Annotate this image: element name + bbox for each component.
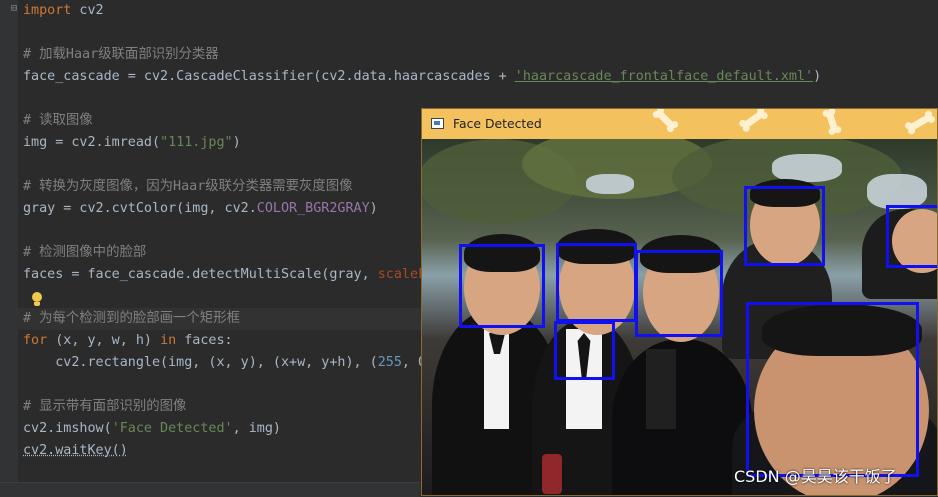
code-keyword: for: [23, 333, 48, 348]
face-detection-box: [459, 244, 545, 328]
code-line[interactable]: # 读取图像: [23, 110, 93, 132]
code-line[interactable]: # 加载Haar级联面部识别分类器: [23, 44, 219, 66]
code-comment: # 显示带有面部识别的图像: [23, 399, 187, 414]
code-comment: # 读取图像: [23, 113, 93, 128]
code-string: 'haarcascade_frontalface_default.xml': [514, 69, 814, 84]
code-token: cv2.waitKey(): [23, 443, 128, 458]
code-constant: COLOR_BGR2GRAY: [256, 201, 370, 216]
code-line[interactable]: gray = cv2.cvtColor(img, cv2.COLOR_BGR2G…: [23, 198, 378, 220]
code-comment: # 转换为灰度图像，因为Haar级联分类器需要灰度图像: [23, 179, 353, 194]
code-line[interactable]: # 显示带有面部识别的图像: [23, 396, 186, 418]
code-token: faces:: [176, 333, 233, 348]
code-string: "111.jpg": [160, 135, 233, 150]
bone-decoration-icon: [742, 110, 765, 129]
editor-bottom-strip: [0, 482, 420, 497]
bone-decoration-icon: [907, 113, 933, 132]
face-detection-box: [744, 186, 825, 266]
code-token: (x, y, w, h): [47, 333, 161, 348]
code-token: img = cv2.imread(: [23, 135, 161, 150]
code-comment: # 检测图像中的脸部: [23, 245, 147, 260]
code-string: 'Face Detected': [111, 421, 233, 436]
code-line[interactable]: img = cv2.imread("111.jpg"): [23, 132, 241, 154]
fold-icon[interactable]: ⊟: [11, 4, 19, 14]
bone-decoration-icon: [655, 109, 676, 130]
code-token: faces = face_cascade.detectMultiScale(gr…: [23, 267, 378, 282]
intention-bulb-icon[interactable]: [30, 292, 44, 308]
code-token: import: [23, 3, 72, 18]
code-token: cv2: [71, 3, 104, 18]
code-line[interactable]: # 转换为灰度图像，因为Haar级联分类器需要灰度图像: [23, 176, 353, 198]
window-app-icon: [431, 118, 444, 129]
editor-gutter: ⊟: [0, 0, 18, 496]
face-detection-box: [746, 302, 919, 477]
code-line[interactable]: for (x, y, w, h) in faces:: [23, 330, 233, 352]
csdn-watermark: CSDN @昊昊该干饭了: [734, 467, 897, 486]
face-detected-window[interactable]: Face Detected: [421, 108, 938, 496]
code-line[interactable]: import cv2: [23, 0, 104, 22]
face-detection-box: [554, 321, 615, 380]
code-comment: # 为每个检测到的脸部画一个矩形框: [23, 311, 240, 326]
bone-decoration-icon: [825, 110, 839, 133]
window-title: Face Detected: [453, 116, 542, 131]
current-code-line[interactable]: # 为每个检测到的脸部画一个矩形框: [18, 308, 425, 330]
code-line[interactable]: faces = face_cascade.detectMultiScale(gr…: [23, 264, 426, 286]
code-parameter: scaleF: [377, 267, 427, 282]
code-comment: # 加载Haar级联面部识别分类器: [23, 47, 219, 62]
face-detection-box: [886, 205, 937, 268]
window-titlebar[interactable]: Face Detected: [422, 109, 937, 139]
code-token: cv2.rectangle(img, (x, y), (x+w, y+h), (: [23, 355, 378, 370]
code-token: cv2.imshow(: [23, 421, 112, 436]
face-detection-box: [635, 250, 723, 337]
code-token: face_cascade = cv2.CascadeClassifier(cv2…: [23, 69, 515, 84]
code-line[interactable]: cv2.rectangle(img, (x, y), (x+w, y+h), (…: [23, 352, 426, 374]
code-token: ): [369, 201, 378, 216]
code-line[interactable]: cv2.imshow('Face Detected', img): [23, 418, 281, 440]
code-token: gray = cv2.cvtColor(img, cv2.: [23, 201, 257, 216]
code-token: ): [813, 69, 822, 84]
face-detection-box: [556, 243, 637, 322]
code-token: , img): [232, 421, 281, 436]
group-photo: [422, 139, 937, 495]
code-line[interactable]: # 检测图像中的脸部: [23, 242, 146, 264]
code-token: ): [232, 135, 241, 150]
code-line[interactable]: face_cascade = cv2.CascadeClassifier(cv2…: [23, 66, 821, 88]
code-number: 255: [377, 355, 402, 370]
code-keyword: in: [160, 333, 177, 348]
code-line[interactable]: cv2.waitKey(): [23, 440, 128, 462]
